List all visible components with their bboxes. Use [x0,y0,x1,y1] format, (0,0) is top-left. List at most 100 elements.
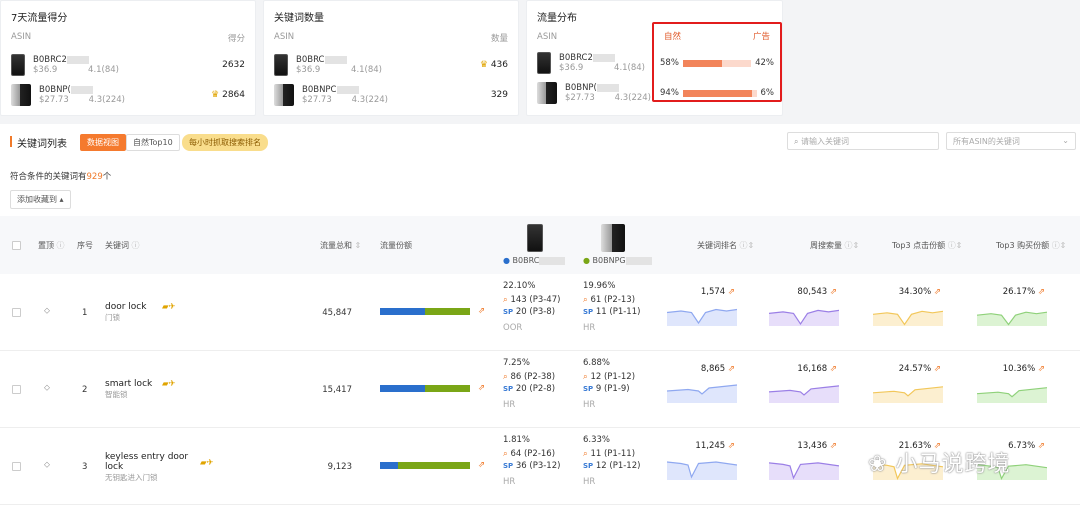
trend-icon[interactable]: ⇗ [478,383,485,393]
th-asin2: ● B0BNPG [583,256,652,265]
distribution-bar [682,89,757,97]
sp-rank: 9 (P1-9) [595,384,630,394]
price: $36.9 [559,63,584,73]
tag-icon[interactable]: ⬦ [44,306,50,316]
asin-row[interactable]: B0BRC2 $36.9 4.1(84) 2632 [11,50,245,80]
th-rank[interactable]: 关键词排名 ⓘ⇕ [697,240,754,251]
traffic-total: 9,123 [327,462,352,472]
keyword-cell[interactable]: door lock 门锁 [105,302,200,323]
count-suffix: 个 [102,172,112,182]
distribution-bar [682,59,752,67]
price: $27.73 [39,95,69,105]
asin-mask [592,53,615,62]
organic-rank: 11 (P1-11) [590,449,636,459]
asin-row[interactable]: B0BRC2 $36.9 4.1(84) [537,48,655,78]
sp-rank: 20 (P2-8) [515,384,556,394]
asin-mask [596,83,619,92]
asin-row[interactable]: B0BNPC $27.73 4.3(224) 329 [274,80,508,110]
search-icon: ⌕ [794,137,799,146]
col-count: 数量 [490,34,508,44]
search-icon: ⌕ [583,372,588,382]
asin-row[interactable]: B0BNP( $27.73 4.3(224) ♛ 2864 [11,80,245,110]
th-pin: 置顶 ⓘ [38,241,65,250]
price: $36.9 [296,65,321,75]
row-checkbox[interactable] [12,462,21,471]
asin-row[interactable]: B0BNP( $27.73 4.3(224) [537,78,655,108]
table-row: ⬦ 2 smart lock 智能锁 ▰✈ 15,417 ⇗ 7.25% ⌕ 86 (P2-38… [0,351,1080,428]
keyword-text: smart lock [105,379,153,389]
tag-icon[interactable]: ⬦ [44,460,50,470]
add-to-favorites-button[interactable]: 添加收藏到 ▴ [10,190,71,209]
traffic-share-bar [380,385,470,392]
col-asin: ASIN [537,32,558,42]
natural-pct: 94% [660,88,679,98]
asin-mask [324,55,347,64]
distribution-row: 94% 6% [654,78,780,108]
row-checkbox[interactable] [12,308,21,317]
asin2-rank-cell: 6.33% ⌕ 11 (P1-11) SP 12 (P1-12) HR [583,434,640,488]
row-checkbox[interactable] [12,385,21,394]
rank-tag: HR [583,477,596,487]
rating: 4.3(224) [351,95,388,105]
trend-icon[interactable]: ⇗ [478,460,485,470]
count-value: 929 [86,172,103,182]
asin1-rank-cell: 22.10% ⌕ 143 (P3-47) SP 20 (P3-8) OOR [503,280,560,334]
th-keyword: 关键词 ⓘ [105,241,140,250]
keyword-cell[interactable]: smart lock 智能锁 [105,379,200,400]
share-asin2 [398,462,470,469]
hourly-rank-button[interactable]: 每小时抓取搜索排名 [182,134,268,151]
asin-select-value: 所有ASIN的关键词 [953,137,1020,146]
weekly-sparkline [768,296,840,329]
sort-icon: ⇕ [354,241,362,250]
tab-data-view[interactable]: 数据视图 [80,134,126,151]
ad-label: 广告 [752,32,770,42]
keyword-action-icons[interactable]: ▰✈ [162,379,176,389]
rank-tag: OOR [503,323,523,333]
buy-sparkline [976,296,1048,329]
traffic-total: 45,847 [322,308,352,318]
sp-badge: SP [583,385,594,393]
sort-icon: ⓘ⇕ [739,241,755,250]
th-top3-buy[interactable]: Top3 购买份额 ⓘ⇕ [996,240,1066,251]
tag-icon[interactable]: ⬦ [44,383,50,393]
asin-select[interactable]: 所有ASIN的关键词 ⌄ [946,132,1076,150]
crown-icon: ♛ [211,90,220,100]
card-title: 关键词数量 [274,13,324,24]
keyword-action-icons[interactable]: ▰✈ [162,302,176,312]
search-icon: ⌕ [503,372,508,382]
tab-natural-top10[interactable]: 自然Top10 [126,134,180,151]
asin-id: B0BRC2 [33,55,67,65]
keyword-action-icons[interactable]: ▰✈ [200,458,214,468]
keyword-cell[interactable]: keyless entry door lock 无钥匙进入门锁 [105,452,200,483]
keyword-translation: 门锁 [105,313,120,322]
ad-pct: 6% [760,88,775,98]
trend-icon[interactable]: ⇗ [478,306,485,316]
asin2-rank-cell: 6.88% ⌕ 12 (P1-12) SP 9 (P1-9) HR [583,357,635,411]
th-top3-click[interactable]: Top3 点击份额 ⓘ⇕ [892,240,962,251]
th-traffic-total[interactable]: 流量总和 ⇕ [320,240,361,251]
th-weekly-search[interactable]: 周搜索量 ⓘ⇕ [810,240,859,251]
keyword-count-card: 关键词数量 ASIN 数量 B0BRC $36.9 4.1(84) ♛ 436 B0… [263,0,519,116]
natural-pct: 58% [660,58,679,68]
organic-rank: 12 (P1-12) [590,372,636,382]
chevron-down-icon: ⌄ [1062,136,1069,145]
keyword-text: keyless entry door lock [105,452,189,472]
click-sparkline [872,296,944,329]
search-icon: ⌕ [503,449,508,459]
keyword-search-input[interactable]: ⌕ 请输入关键词 [787,132,939,150]
rating: 4.1(84) [351,65,382,75]
click-sparkline [872,373,944,406]
asin-id: B0BNP( [39,85,71,95]
asin2-thumbnail [601,224,625,252]
natural-fill [682,59,723,67]
th-index: 序号 [77,241,93,250]
keyword-translation: 无钥匙进入门锁 [105,473,158,482]
asin-row[interactable]: B0BRC $36.9 4.1(84) ♛ 436 [274,50,508,80]
sort-icon: ⓘ⇕ [1051,241,1067,250]
wechat-icon: ❀ [868,452,888,477]
asin-mask [539,256,566,265]
share-asin1 [380,308,425,315]
distribution-highlight-box: 自然 广告 58% 42% 94% 6% [652,22,782,102]
col-asin: ASIN [11,32,32,42]
select-all-checkbox[interactable] [12,241,21,250]
